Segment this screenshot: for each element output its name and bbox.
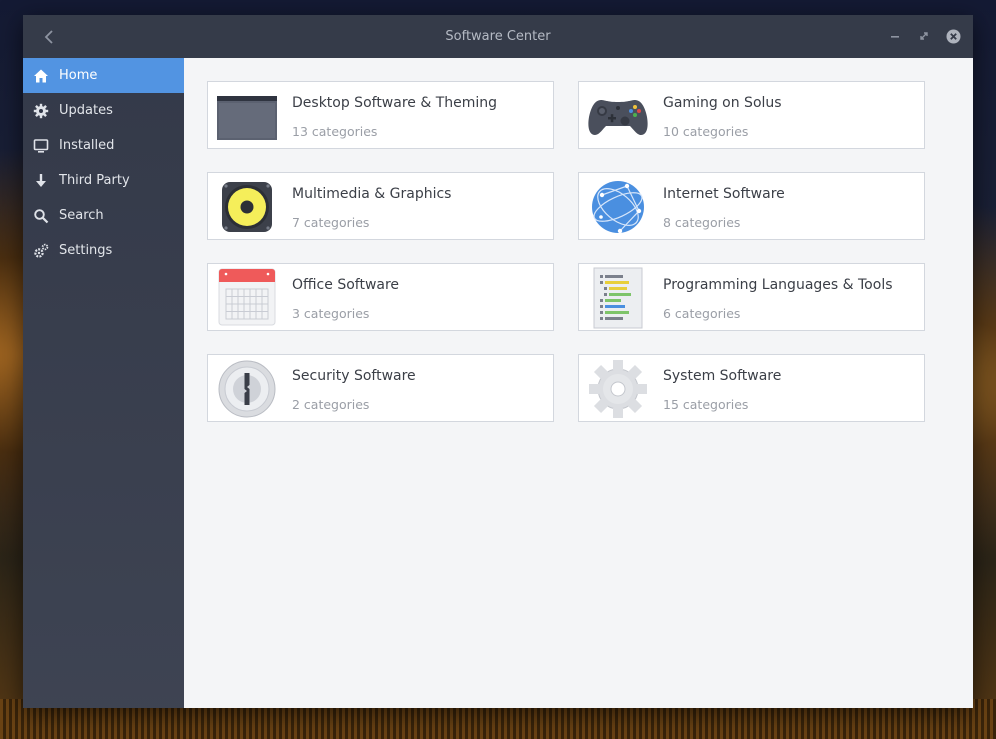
sidebar-item-label: Search [59, 208, 104, 223]
window-title: Software Center [445, 29, 551, 44]
sidebar-item-label: Installed [59, 138, 115, 153]
globe-network-icon [592, 181, 644, 234]
category-count: 6 categories [663, 306, 741, 321]
category-count: 10 categories [663, 124, 749, 139]
category-card-office[interactable]: Office Software 3 categories [207, 263, 554, 331]
speaker-icon [222, 182, 272, 232]
category-count: 2 categories [292, 397, 370, 412]
close-button[interactable] [945, 28, 961, 44]
monitor-icon [33, 138, 49, 154]
sidebar-item-home[interactable]: Home [23, 58, 184, 93]
category-title: Internet Software [663, 186, 785, 202]
code-document-icon [593, 267, 643, 329]
sidebar-item-settings[interactable]: Settings [23, 233, 184, 268]
minimize-icon [891, 36, 899, 38]
calendar-icon [218, 268, 276, 326]
category-count: 15 categories [663, 397, 749, 412]
maximize-button[interactable] [916, 28, 932, 44]
category-count: 13 categories [292, 124, 378, 139]
settings-gears-icon [33, 243, 49, 259]
sidebar-item-label: Home [59, 68, 98, 83]
category-count: 7 categories [292, 215, 370, 230]
category-grid: Desktop Software & Theming 13 categories… [184, 58, 973, 708]
category-card-security[interactable]: Security Software 2 categories [207, 354, 554, 422]
sidebar-item-installed[interactable]: Installed [23, 128, 184, 163]
sidebar-item-label: Third Party [59, 173, 130, 188]
category-card-internet[interactable]: Internet Software 8 categories [578, 172, 925, 240]
search-icon [33, 208, 49, 224]
category-card-gaming[interactable]: Gaming on Solus 10 categories [578, 81, 925, 149]
category-card-desktop[interactable]: Desktop Software & Theming 13 categories [207, 81, 554, 149]
sidebar-item-label: Updates [59, 103, 113, 118]
software-center-window: Software Center Home Updates Installed T… [23, 15, 973, 708]
title-bar: Software Center [23, 15, 973, 58]
category-title: Security Software [292, 368, 416, 384]
sidebar-item-search[interactable]: Search [23, 198, 184, 233]
category-card-multimedia[interactable]: Multimedia & Graphics 7 categories [207, 172, 554, 240]
sidebar-item-updates[interactable]: Updates [23, 93, 184, 128]
category-title: Office Software [292, 277, 400, 293]
category-count: 8 categories [663, 215, 741, 230]
gear-badge-icon [33, 103, 49, 119]
system-gear-icon [589, 360, 647, 418]
sidebar-item-third-party[interactable]: Third Party [23, 163, 184, 198]
category-card-programming[interactable]: Programming Languages & Tools 6 categori… [578, 263, 925, 331]
category-title: System Software [663, 368, 782, 384]
gamepad-icon [588, 100, 648, 135]
minimize-button[interactable] [887, 28, 903, 44]
category-count: 3 categories [292, 306, 370, 321]
category-title: Multimedia & Graphics [292, 186, 452, 202]
category-card-system[interactable]: System Software 15 categories [578, 354, 925, 422]
desktop-window-icon [217, 96, 277, 140]
keyhole-lock-icon [218, 360, 276, 418]
download-arrow-icon [33, 173, 49, 189]
category-title: Programming Languages & Tools [663, 277, 893, 293]
category-title: Gaming on Solus [663, 95, 782, 111]
maximize-icon [920, 32, 928, 40]
sidebar: Home Updates Installed Third Party Searc… [23, 58, 184, 708]
home-icon [33, 68, 49, 84]
sidebar-item-label: Settings [59, 243, 113, 258]
category-title: Desktop Software & Theming [292, 95, 498, 111]
close-icon [946, 29, 960, 43]
